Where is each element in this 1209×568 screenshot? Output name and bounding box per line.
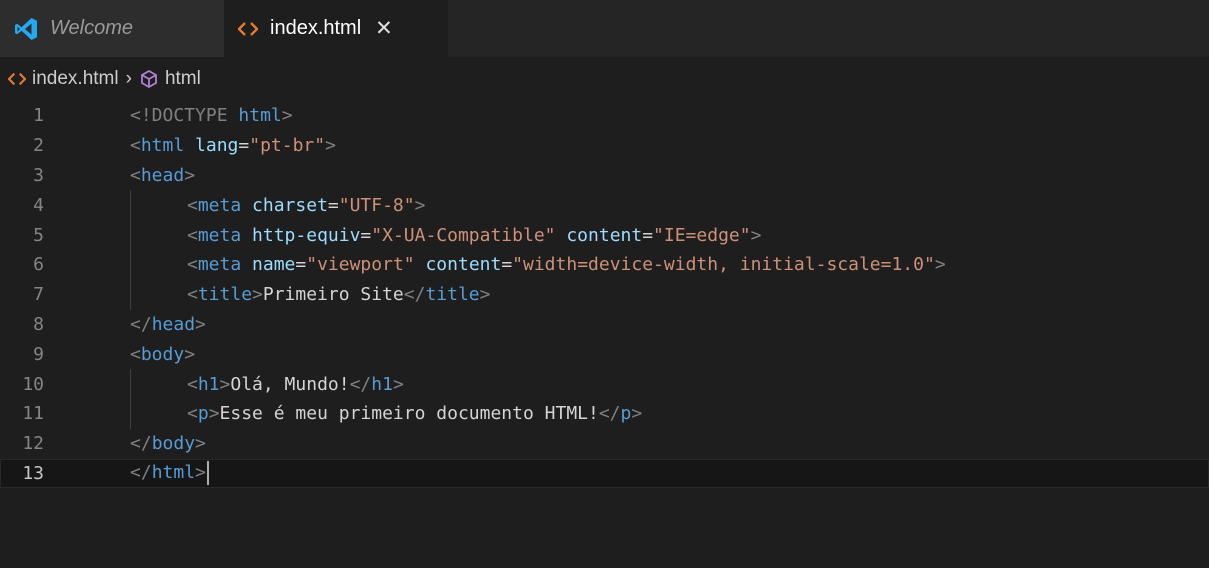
indent-guide xyxy=(130,369,131,399)
line-content: </body> xyxy=(130,433,206,455)
code-line[interactable]: 1 <!DOCTYPE html> xyxy=(0,101,1209,131)
line-number: 9 xyxy=(33,343,44,365)
line-number: 7 xyxy=(33,284,44,306)
code-editor[interactable]: 1 <!DOCTYPE html> 2 <html lang="pt-br"> … xyxy=(0,101,1209,489)
line-number: 13 xyxy=(22,462,44,484)
code-line[interactable]: 4 <meta charset="UTF-8"> xyxy=(0,190,1209,221)
code-line[interactable]: 12 </body> xyxy=(0,429,1209,459)
indent-guide xyxy=(130,398,131,429)
indent-guide xyxy=(130,249,131,280)
tab-welcome[interactable]: Welcome xyxy=(0,0,224,57)
close-icon[interactable]: ✕ xyxy=(375,16,393,41)
code-line-current[interactable]: 13 </html> xyxy=(0,458,1209,489)
symbol-element-icon xyxy=(139,69,159,89)
editor-tab-bar: Welcome index.html ✕ xyxy=(0,0,1209,57)
code-line[interactable]: 2 <html lang="pt-br"> xyxy=(0,131,1209,161)
line-content: </html> xyxy=(130,461,209,486)
line-content: </head> xyxy=(130,313,206,335)
tab-index-html[interactable]: index.html ✕ xyxy=(224,0,448,57)
text-cursor xyxy=(206,461,209,486)
html-file-icon xyxy=(8,71,26,87)
line-number: 4 xyxy=(33,194,44,216)
line-content: <p>Esse é meu primeiro documento HTML!</… xyxy=(187,403,643,425)
line-number: 8 xyxy=(33,313,44,335)
line-number: 6 xyxy=(33,254,44,276)
html-file-icon xyxy=(238,20,258,38)
indent-guide xyxy=(130,220,131,250)
code-line[interactable]: 5 <meta http-equiv="X-UA-Compatible" con… xyxy=(0,220,1209,250)
line-number: 2 xyxy=(33,135,44,157)
code-line[interactable]: 6 <meta name="viewport" content="width=d… xyxy=(0,249,1209,280)
line-content: <body> xyxy=(130,343,196,365)
code-line[interactable]: 3 <head> xyxy=(0,161,1209,191)
line-content: <meta name="viewport" content="width=dev… xyxy=(187,254,946,276)
line-number: 1 xyxy=(33,105,44,127)
indent-guide xyxy=(130,190,131,221)
line-number: 12 xyxy=(22,433,44,455)
code-line[interactable]: 7 <title>Primeiro Site</title> xyxy=(0,279,1209,310)
line-number: 5 xyxy=(33,224,44,246)
code-line[interactable]: 8 </head> xyxy=(0,310,1209,340)
breadcrumb: index.html › html xyxy=(0,57,1209,101)
line-number: 10 xyxy=(22,373,44,395)
line-content: <title>Primeiro Site</title> xyxy=(187,284,491,306)
line-content: <head> xyxy=(130,164,196,186)
indent-guide xyxy=(130,279,131,310)
breadcrumb-file[interactable]: index.html xyxy=(32,68,119,90)
line-number: 3 xyxy=(33,164,44,186)
line-number: 11 xyxy=(22,403,44,425)
code-line[interactable]: 9 <body> xyxy=(0,339,1209,369)
vscode-logo-icon xyxy=(14,17,38,41)
line-content: <meta charset="UTF-8"> xyxy=(187,194,426,216)
line-content: <html lang="pt-br"> xyxy=(130,135,336,157)
breadcrumb-separator: › xyxy=(125,68,132,89)
code-line[interactable]: 10 <h1>Olá, Mundo!</h1> xyxy=(0,369,1209,399)
line-content: <!DOCTYPE html> xyxy=(130,105,293,127)
code-line[interactable]: 11 <p>Esse é meu primeiro documento HTML… xyxy=(0,398,1209,429)
tab-index-html-label: index.html xyxy=(270,17,362,39)
line-content: <h1>Olá, Mundo!</h1> xyxy=(187,373,404,395)
line-content: <meta http-equiv="X-UA-Compatible" conte… xyxy=(187,224,762,246)
breadcrumb-symbol[interactable]: html xyxy=(165,68,201,90)
tab-welcome-label: Welcome xyxy=(50,17,133,39)
